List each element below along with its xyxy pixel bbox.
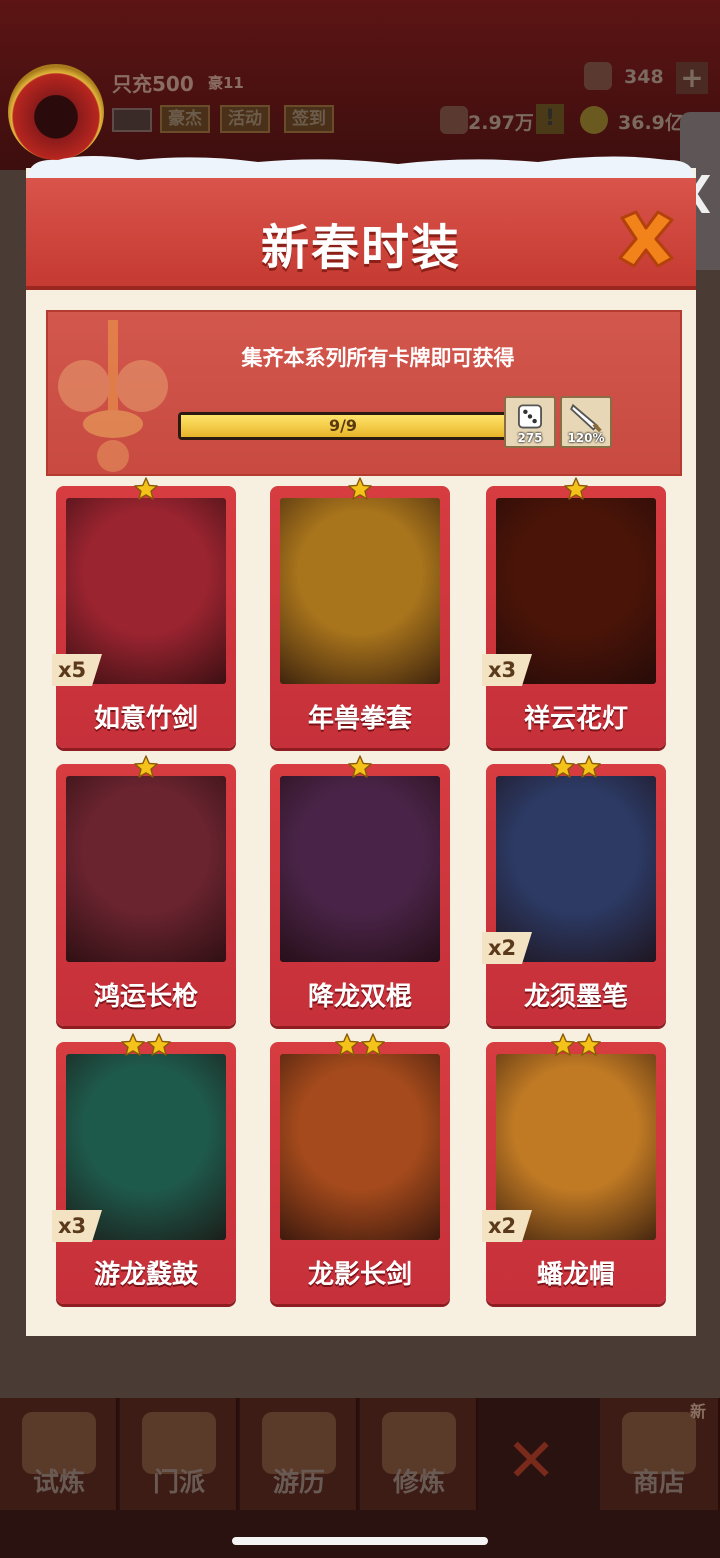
collection-hint: 集齐本系列所有卡牌即可获得 [241,346,515,370]
gem-count: 348 [624,66,664,88]
costume-card[interactable]: x2 蟠龙帽 [482,1033,666,1304]
silver-icon [440,106,468,134]
star-icon [334,1032,360,1058]
collection-banner: 集齐本系列所有卡牌即可获得 9/9 275 120% [46,310,682,476]
star-rating [270,754,450,780]
card-artwork [280,1054,440,1240]
costume-card[interactable]: x2 龙须墨笔 [482,755,666,1026]
player-avatar[interactable] [8,64,104,160]
add-gems-button[interactable]: + [676,62,708,94]
close-icon[interactable]: ✕ [506,1426,556,1496]
costume-card[interactable]: 龙影长剑 [270,1033,450,1304]
star-rating [486,754,666,780]
progress-text: 9/9 [328,416,358,435]
nav-sect[interactable]: 门派 [120,1398,238,1510]
reward-value: 120% [567,431,605,445]
star-rating [56,476,236,502]
nav-label: 游历 [272,1468,325,1498]
card-artwork [66,776,226,962]
star-icon [120,1032,146,1058]
card-name: 降龙双棍 [307,982,412,1012]
gold-count: 36.9亿 [618,112,684,134]
star-rating [270,476,450,502]
bottom-navigation: 试炼 门派 游历 修炼 ✕ 商店 新 [0,1398,720,1558]
gold-coin-icon [580,106,608,134]
mail-icon[interactable] [112,108,152,132]
star-icon [563,476,589,502]
nav-label: 商店 [632,1468,685,1498]
star-rating [486,476,666,502]
costume-card[interactable]: x3 游龙鼗鼓 [52,1033,236,1304]
card-name: 游龙鼗鼓 [93,1260,198,1290]
star-rating [270,1032,450,1058]
star-icon [550,754,576,780]
star-icon [347,476,373,502]
nav-cultivate[interactable]: 修炼 [360,1398,478,1510]
sword-icon [58,320,168,472]
collection-progress-bar: 9/9 [178,412,508,440]
star-icon [146,1032,172,1058]
reward-attack[interactable]: 120% [560,396,612,448]
nav-label: 试炼 [32,1468,85,1498]
star-icon [550,1032,576,1058]
star-icon [576,1032,602,1058]
silver-count: 2.97万 [468,112,534,134]
star-icon [347,754,373,780]
player-name: 只充500 [112,72,194,96]
alert-icon[interactable]: ! [536,104,564,134]
star-rating [56,754,236,780]
card-name: 年兽拳套 [307,704,412,734]
card-name: 蟠龙帽 [536,1260,615,1290]
star-icon [133,754,159,780]
new-year-costume-dialog: 新春时装 集齐本系列所有卡牌即可获得 9/9 275 120% x5 如意竹剑 … [26,156,696,1336]
star-rating [56,1032,236,1058]
star-rating [486,1032,666,1058]
top-hud [0,0,720,170]
nav-travel[interactable]: 游历 [240,1398,358,1510]
close-icon[interactable] [616,208,676,270]
card-artwork [280,498,440,684]
star-icon [133,476,159,502]
card-name: 龙须墨笔 [523,982,628,1012]
dialog-header: 新春时装 [26,178,696,290]
events-button[interactable]: 活动 [220,105,270,133]
card-name: 龙影长剑 [307,1260,412,1290]
new-badge: 新 [690,1402,707,1421]
nav-trial[interactable]: 试炼 [0,1398,118,1510]
card-name: 如意竹剑 [93,704,198,734]
reward-value: 275 [517,431,543,445]
snow-decoration [28,156,694,178]
costume-card[interactable]: x5 如意竹剑 [52,477,236,748]
costume-card[interactable]: 鸿运长枪 [56,755,236,1026]
vip-level: 豪11 [208,74,244,92]
card-name: 祥云花灯 [523,704,628,734]
costume-card[interactable]: 降龙双棍 [270,755,450,1026]
star-icon [576,754,602,780]
costume-card[interactable]: 年兽拳套 [270,477,450,748]
nav-label: 门派 [152,1468,205,1498]
costume-card[interactable]: x3 祥云花灯 [482,477,666,748]
nav-label: 修炼 [392,1468,445,1498]
card-name: 鸿运长枪 [93,982,198,1012]
home-indicator[interactable] [232,1537,488,1545]
card-artwork [280,776,440,962]
heroes-button[interactable]: 豪杰 [160,105,210,133]
card-grid: x5 如意竹剑 年兽拳套 x3 祥云花灯 鸿运长枪 降龙双棍 x2 龙须墨笔 x… [52,477,672,1316]
checkin-button[interactable]: 签到 [284,105,334,133]
gem-icon [584,62,612,90]
dialog-title: 新春时装 [260,220,461,276]
star-icon [360,1032,386,1058]
reward-dice[interactable]: 275 [504,396,556,448]
